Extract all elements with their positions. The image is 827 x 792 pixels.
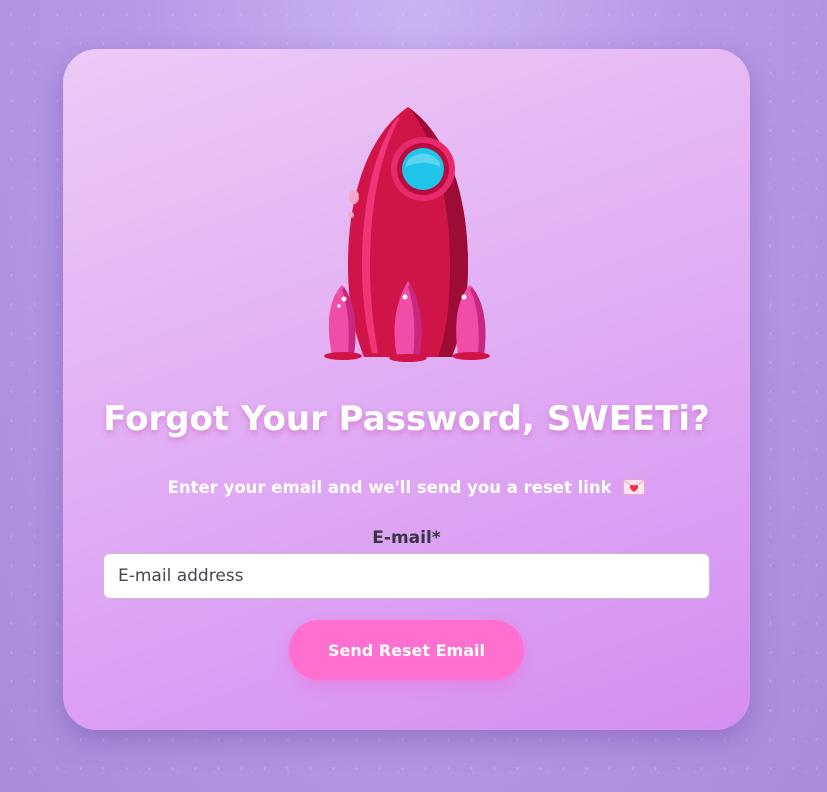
reset-card: Forgot Your Password, SWEETi? Enter your…	[63, 49, 750, 730]
send-reset-email-button[interactable]: Send Reset Email	[289, 620, 524, 680]
subtitle-text: Enter your email and we'll send you a re…	[167, 478, 612, 497]
email-label: E-mail*	[372, 528, 441, 548]
email-input[interactable]	[103, 553, 710, 599]
love-letter-icon	[623, 479, 646, 495]
page-subtitle: Enter your email and we'll send you a re…	[63, 478, 750, 497]
page-title: Forgot Your Password, SWEETi?	[103, 399, 710, 439]
rocket-icon	[324, 107, 490, 362]
